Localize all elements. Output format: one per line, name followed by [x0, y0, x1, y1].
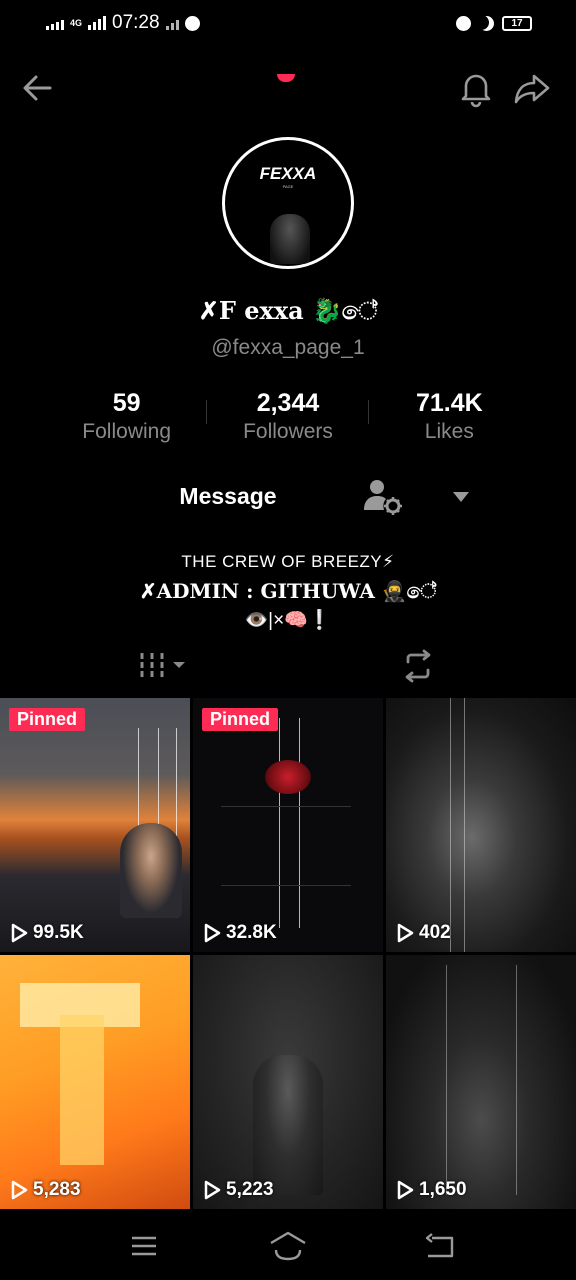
stat-following[interactable]: 59 Following	[46, 388, 208, 446]
cell-signal-icon	[88, 16, 107, 30]
decor-line	[516, 965, 517, 1195]
menu-icon[interactable]	[124, 1230, 164, 1262]
network-type: 4G	[70, 17, 83, 28]
system-nav-bar	[0, 1212, 576, 1280]
status-bar: 4G 07:28 17	[0, 0, 576, 46]
thumbnail-shape	[60, 1015, 104, 1165]
stat-followers[interactable]: 2,344 Followers	[207, 388, 369, 446]
video-thumbnail[interactable]: 5,283	[0, 955, 190, 1209]
play-icon	[204, 923, 221, 943]
video-thumbnail[interactable]: Pinned 32.8K	[193, 698, 383, 952]
decor-line	[464, 698, 465, 952]
play-icon	[11, 1180, 28, 1200]
bell-icon[interactable]	[456, 68, 496, 108]
tab-repost-icon[interactable]	[400, 648, 436, 684]
thumbnail-figure	[253, 1055, 323, 1195]
view-count-value: 1,650	[419, 1179, 467, 1200]
view-count-value: 99.5K	[33, 922, 84, 943]
stat-followers-count: 2,344	[256, 389, 320, 417]
clock: 07:28	[112, 12, 160, 33]
alarm-icon	[184, 15, 200, 31]
stat-likes[interactable]: 71.4K Likes	[369, 388, 530, 446]
top-nav	[0, 60, 576, 116]
bio-line-3: 👁️|×🧠❕	[244, 610, 332, 631]
bio-line-1: THE CREW OF BREEZY⚡	[181, 552, 395, 571]
video-thumbnail[interactable]: Pinned 99.5K	[0, 698, 190, 952]
view-count: 99.5K	[10, 922, 84, 944]
chevron-down-icon[interactable]	[448, 484, 474, 510]
bio: THE CREW OF BREEZY⚡ ✗ADMIN : GITHUWA 🥷ේ …	[0, 548, 576, 636]
view-count-value: 402	[419, 922, 451, 943]
pinned-badge: Pinned	[9, 708, 86, 731]
message-button[interactable]: Message	[152, 470, 304, 522]
view-count: 1,650	[396, 1179, 467, 1201]
avatar[interactable]: FEXXA PAGE	[222, 137, 354, 269]
play-icon	[397, 923, 414, 943]
avatar-logo-sub: PAGE	[282, 184, 294, 189]
view-count: 402	[396, 922, 451, 944]
wifi-signal-icon	[46, 16, 64, 30]
avatar-figure	[270, 214, 310, 264]
tab-videos-grid-icon[interactable]	[138, 650, 188, 680]
video-grid: Pinned 99.5K Pinned 32.8K 402 5,283 5,22…	[0, 698, 576, 1209]
alarm-right-icon	[456, 15, 471, 31]
view-count: 5,283	[10, 1179, 81, 1201]
thumbnail-red-glow	[265, 760, 311, 794]
content-tabs	[0, 640, 576, 692]
view-count: 32.8K	[203, 922, 277, 944]
play-icon	[397, 1180, 414, 1200]
video-thumbnail[interactable]: 5,223	[193, 955, 383, 1209]
video-thumbnail[interactable]: 1,650	[386, 955, 576, 1209]
username: @fexxa_page_1	[211, 336, 365, 359]
view-count-value: 32.8K	[226, 922, 277, 943]
view-count-value: 5,283	[33, 1179, 81, 1200]
back-arrow-icon[interactable]	[18, 68, 58, 108]
stat-followers-label: Followers	[243, 420, 333, 443]
avatar-logo-text: FEXXA	[259, 164, 317, 183]
friend-settings-icon[interactable]	[362, 476, 404, 516]
stat-likes-label: Likes	[424, 420, 474, 443]
action-row: Message	[0, 470, 576, 522]
stat-likes-count: 71.4K	[415, 389, 483, 417]
stat-following-count: 59	[112, 389, 141, 417]
decor-line	[446, 965, 447, 1195]
battery-icon: 17	[502, 15, 532, 31]
play-icon	[11, 923, 28, 943]
thumbnail-person	[120, 823, 182, 918]
view-count: 5,223	[203, 1179, 274, 1201]
back-icon[interactable]	[418, 1230, 458, 1262]
home-icon[interactable]	[268, 1230, 308, 1262]
video-thumbnail[interactable]: 402	[386, 698, 576, 952]
thumbnail-ui-lines	[221, 806, 351, 886]
pinned-badge: Pinned	[202, 708, 279, 731]
bio-line-2: ✗ADMIN : GITHUWA 🥷ේ	[139, 579, 437, 603]
decor-line	[450, 698, 451, 952]
play-icon	[204, 1180, 221, 1200]
do-not-disturb-icon	[479, 16, 494, 31]
cell-signal-2-icon	[165, 16, 179, 30]
share-arrow-icon[interactable]	[512, 68, 552, 108]
stat-following-label: Following	[82, 420, 172, 443]
display-name: ✗F exxa 🐉ේ	[198, 296, 378, 325]
profile-stats: 59 Following 2,344 Followers 71.4K Likes	[46, 388, 530, 446]
view-count-value: 5,223	[226, 1179, 274, 1200]
